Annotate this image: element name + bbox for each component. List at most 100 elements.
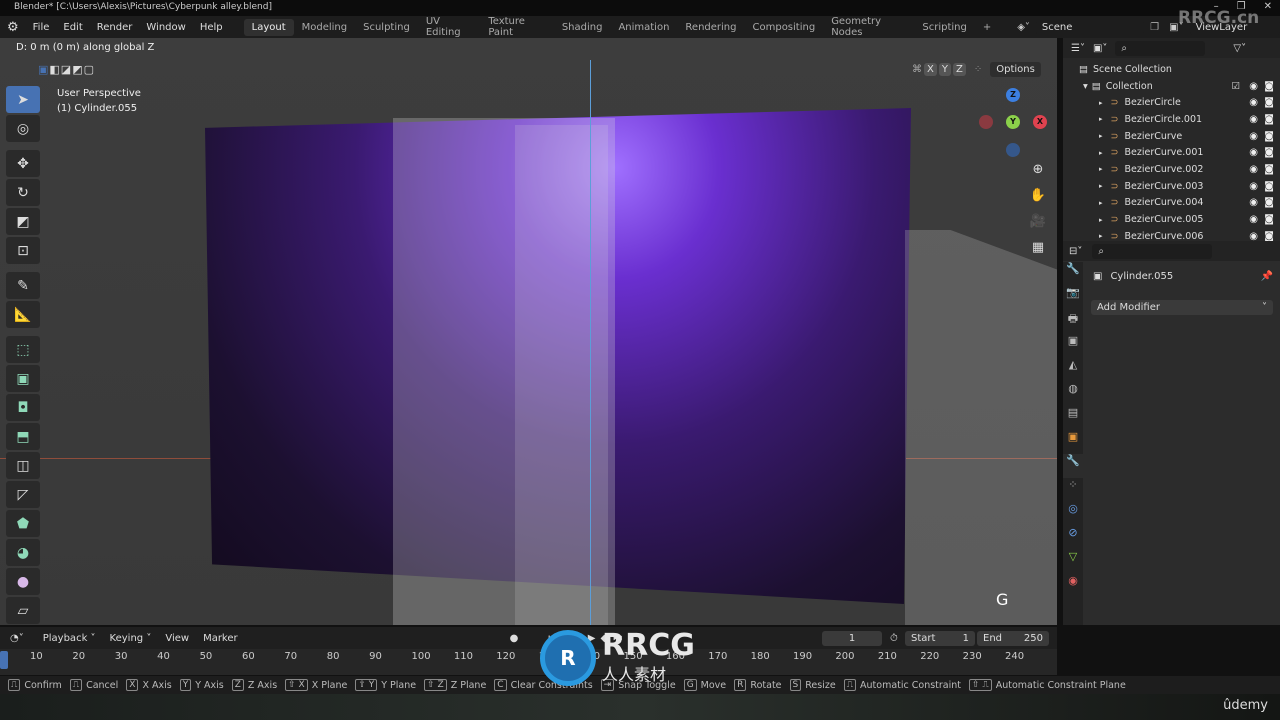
menu-edit[interactable]: Edit	[56, 22, 89, 33]
tab-rendering[interactable]: Rendering	[677, 19, 744, 36]
blender-logo-icon[interactable]: ⚙	[0, 20, 26, 35]
output-tab-icon[interactable]: 🖶	[1063, 310, 1083, 334]
display-mode-icon[interactable]: ☰˅	[1071, 43, 1085, 54]
expand-arrow-icon[interactable]: ▸	[1099, 149, 1103, 157]
snap-icon[interactable]: ⁘	[974, 64, 982, 75]
extrude-tool[interactable]: ▣	[6, 365, 40, 392]
measure-tool[interactable]: 📐	[6, 301, 40, 328]
inset-tool[interactable]: ◘	[6, 394, 40, 421]
playhead[interactable]	[0, 651, 8, 669]
timeline-ruler[interactable]: 1020304050607080901001101201301401501601…	[0, 651, 1057, 669]
outliner-item[interactable]: ▸ ⊃ BezierCurve.003 ◉ ◙	[1063, 178, 1280, 195]
expand-arrow-icon[interactable]: ▸	[1099, 216, 1103, 224]
modifier-tab-icon[interactable]: 🔧	[1063, 454, 1083, 478]
bevel-tool[interactable]: ⬒	[6, 423, 40, 450]
eye-icon[interactable]: ◉	[1249, 81, 1258, 92]
world-tab-icon[interactable]: ◍	[1063, 382, 1083, 406]
outliner-item[interactable]: ▸ ⊃ BezierCircle.001 ◉ ◙	[1063, 111, 1280, 128]
physics-tab-icon[interactable]: ◎	[1063, 502, 1083, 526]
camera-view-icon[interactable]: 🎥	[1027, 211, 1049, 233]
axis-z-toggle[interactable]: Z	[952, 63, 966, 76]
camera-icon[interactable]: ◙	[1264, 197, 1274, 208]
eye-icon[interactable]: ◉	[1249, 131, 1258, 142]
scale-tool[interactable]: ◩	[6, 208, 40, 235]
view-menu[interactable]: View	[158, 633, 196, 644]
marker-menu[interactable]: Marker	[196, 633, 245, 644]
expand-arrow-icon[interactable]: ▸	[1099, 115, 1103, 123]
axis-y-toggle[interactable]: Y	[938, 63, 951, 76]
eye-icon[interactable]: ◉	[1249, 214, 1258, 225]
grid-ortho-icon[interactable]: ▦	[1027, 237, 1049, 259]
options-dropdown[interactable]: Options	[990, 62, 1041, 77]
pin-icon[interactable]: 📌	[1261, 271, 1273, 282]
smooth-tool[interactable]: ●	[6, 568, 40, 595]
loop-cut-tool[interactable]: ◫	[6, 452, 40, 479]
shear-tool[interactable]: ▱	[6, 597, 40, 624]
end-frame-field[interactable]: End 250	[977, 630, 1049, 646]
add-modifier-dropdown[interactable]: Add Modifier ˅	[1091, 300, 1273, 315]
outliner-item[interactable]: ▸ ⊃ BezierCurve.005 ◉ ◙	[1063, 211, 1280, 228]
editor-type-clock-icon[interactable]: ◔˅	[10, 633, 24, 644]
eye-icon[interactable]: ◉	[1249, 147, 1258, 158]
new-scene-icon[interactable]: ❐	[1150, 22, 1159, 33]
rotate-tool[interactable]: ↻	[6, 179, 40, 206]
add-cube-tool[interactable]: ⬚	[6, 336, 40, 363]
gizmo-y[interactable]: Y	[1006, 115, 1020, 129]
outliner-search[interactable]: ⌕	[1115, 40, 1206, 56]
axis-x-toggle[interactable]: X	[924, 63, 937, 76]
tool-tab-icon[interactable]: 🔧	[1063, 262, 1083, 286]
select-box-tool[interactable]: ➤	[6, 86, 40, 113]
camera-icon[interactable]: ◙	[1264, 181, 1274, 192]
gizmo-neg-x[interactable]	[979, 115, 993, 129]
data-tab-icon[interactable]: ▽	[1063, 550, 1083, 574]
menu-render[interactable]: Render	[90, 22, 140, 33]
scene-icon[interactable]: ◈˅	[1017, 22, 1030, 33]
menu-file[interactable]: File	[26, 22, 57, 33]
cursor-tool[interactable]: ◎	[6, 115, 40, 142]
camera-icon[interactable]: ◙	[1264, 97, 1274, 108]
expand-arrow-icon[interactable]: ▸	[1099, 132, 1103, 140]
gizmo-z[interactable]: Z	[1006, 88, 1020, 102]
outliner-item[interactable]: ▸ ⊃ BezierCircle ◉ ◙	[1063, 94, 1280, 111]
expand-arrow-icon[interactable]: ▸	[1099, 182, 1103, 190]
editor-type-icon[interactable]: ⊟˅	[1069, 246, 1082, 257]
collection-tab-icon[interactable]: ▤	[1063, 406, 1083, 430]
knife-tool[interactable]: ◸	[6, 481, 40, 508]
timer-icon[interactable]: ⏱	[890, 633, 898, 644]
gizmo-neg-z[interactable]	[1006, 143, 1020, 157]
tab-texture-paint[interactable]: Texture Paint	[480, 13, 554, 41]
scene-field[interactable]: Scene	[1035, 19, 1145, 35]
tab-uv-editing[interactable]: UV Editing	[418, 13, 480, 41]
tab-animation[interactable]: Animation	[610, 19, 677, 36]
tab-modeling[interactable]: Modeling	[294, 19, 356, 36]
navigation-gizmo[interactable]: Z X Y	[975, 86, 1051, 162]
menu-help[interactable]: Help	[193, 22, 230, 33]
add-workspace-button[interactable]: +	[975, 19, 999, 36]
tab-layout[interactable]: Layout	[243, 18, 294, 36]
expand-arrow-icon[interactable]: ▸	[1099, 232, 1103, 240]
record-button[interactable]: ●	[510, 633, 519, 644]
tab-compositing[interactable]: Compositing	[745, 19, 824, 36]
scene-collection-row[interactable]: ▤ Scene Collection	[1063, 61, 1280, 78]
expand-arrow-icon[interactable]: ▸	[1099, 165, 1103, 173]
keying-menu[interactable]: Keying ˅	[103, 633, 159, 644]
hand-pan-icon[interactable]: ✋	[1027, 185, 1049, 207]
poly-build-tool[interactable]: ⬟	[6, 510, 40, 537]
eye-icon[interactable]: ◉	[1249, 114, 1258, 125]
eye-icon[interactable]: ◉	[1249, 164, 1258, 175]
render-tab-icon[interactable]: 📷	[1063, 286, 1083, 310]
close-button[interactable]: ✕	[1264, 1, 1272, 12]
eye-icon[interactable]: ◉	[1249, 97, 1258, 108]
tab-sculpting[interactable]: Sculpting	[355, 19, 418, 36]
material-tab-icon[interactable]: ◉	[1063, 574, 1083, 598]
camera-icon[interactable]: ◙	[1264, 131, 1274, 142]
checkbox-icon[interactable]: ☑	[1231, 81, 1240, 92]
particles-tab-icon[interactable]: ⁘	[1063, 478, 1083, 502]
tab-geometry-nodes[interactable]: Geometry Nodes	[823, 13, 914, 41]
object-tab-icon[interactable]: ▣	[1063, 430, 1083, 454]
scene-tab-icon[interactable]: ◭	[1063, 358, 1083, 382]
start-frame-field[interactable]: Start 1	[905, 630, 975, 646]
playback-menu[interactable]: Playback ˅	[36, 633, 103, 644]
zoom-icon[interactable]: ⊕	[1027, 159, 1049, 181]
camera-icon[interactable]: ◙	[1264, 114, 1274, 125]
